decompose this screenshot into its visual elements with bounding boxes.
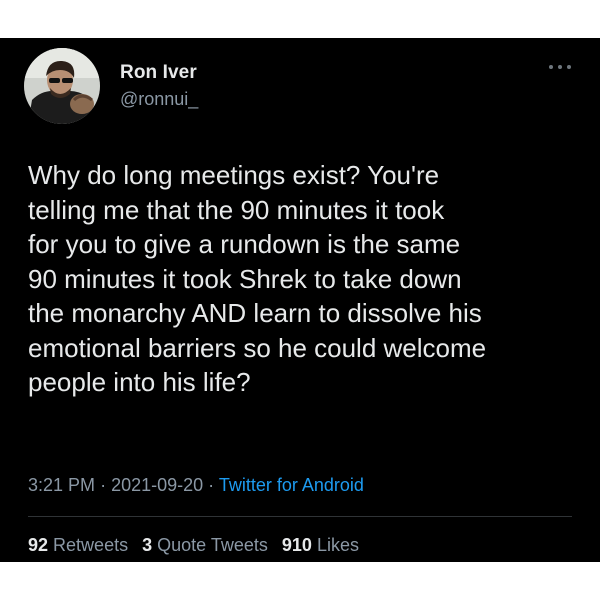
divider <box>28 516 572 517</box>
tweet-metadata: 3:21 PM · 2021-09-20 · Twitter for Andro… <box>28 475 364 496</box>
retweets-stat[interactable]: 92 Retweets <box>28 535 128 555</box>
tweet-stats: 92 Retweets 3 Quote Tweets 910 Likes <box>28 535 368 556</box>
more-options-button[interactable] <box>549 60 571 74</box>
tweet-text-line: people into his life? <box>28 367 251 397</box>
quote-tweets-stat[interactable]: 3 Quote Tweets <box>142 535 268 555</box>
avatar-image <box>24 48 100 124</box>
likes-stat[interactable]: 910 Likes <box>282 535 359 555</box>
quote-tweets-label: Quote Tweets <box>157 535 268 555</box>
tweet-text: Why do long meetings exist? You're telli… <box>28 158 573 400</box>
tweet-text-line: telling me that the 90 minutes it took <box>28 194 445 225</box>
retweets-count: 92 <box>28 535 49 555</box>
tweet-text-line: for you to give a rundown is the same <box>28 229 461 259</box>
tweet-card: Ron Iver @ronnui_ Why do long meetings e… <box>0 38 600 562</box>
more-horizontal-icon <box>549 65 553 69</box>
tweet-time[interactable]: 3:21 PM <box>28 475 95 495</box>
quote-tweets-count: 3 <box>142 535 153 555</box>
tweet-text-line: Why do long meetings exist? You're <box>28 160 440 190</box>
retweets-label: Retweets <box>53 535 129 555</box>
tweet-date[interactable]: 2021-09-20 <box>111 475 203 495</box>
meta-separator: · <box>208 475 215 495</box>
tweet-source-link[interactable]: Twitter for Android <box>219 475 364 495</box>
user-handle[interactable]: @ronnui_ <box>120 89 198 110</box>
tweet-text-line: the monarchy AND learn to dissolve his <box>28 298 482 328</box>
display-name[interactable]: Ron Iver <box>120 62 197 84</box>
meta-separator: · <box>100 475 107 495</box>
avatar[interactable] <box>24 48 100 124</box>
tweet-text-line: emotional barriers so he could welcome <box>28 332 487 363</box>
likes-label: Likes <box>316 535 359 555</box>
tweet-text-line: 90 minutes it took Shrek to take down <box>28 263 462 294</box>
likes-count: 910 <box>281 535 312 555</box>
